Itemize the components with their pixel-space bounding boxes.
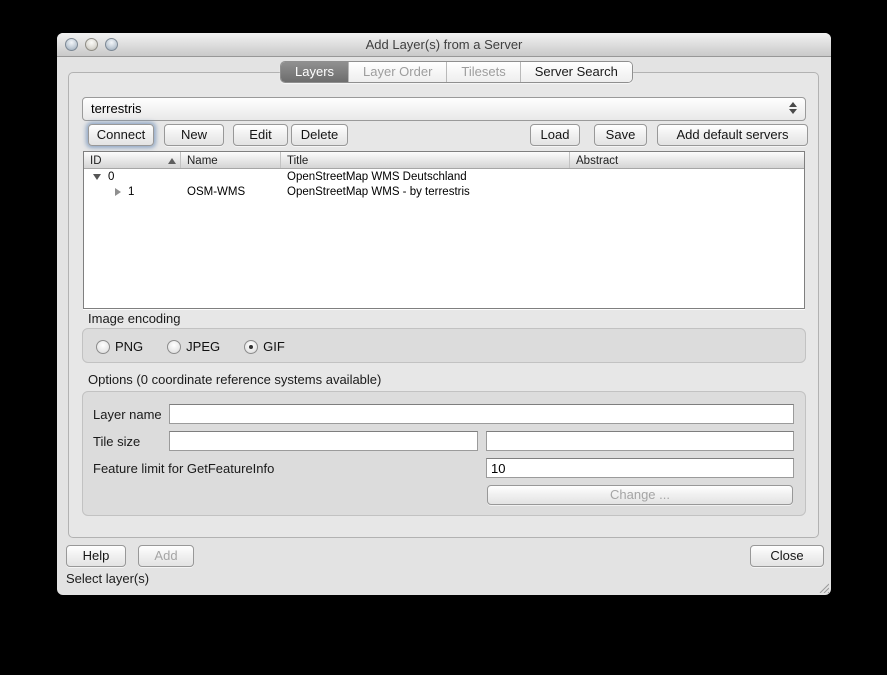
- status-text: Select layer(s): [66, 571, 150, 586]
- delete-button[interactable]: Delete: [291, 124, 348, 146]
- expanded-disclosure-icon[interactable]: [93, 173, 101, 180]
- radio-jpeg-circle[interactable]: [167, 339, 182, 354]
- radio-gif-circle[interactable]: [244, 339, 259, 354]
- row-id: 1: [128, 185, 135, 198]
- layers-table: ID Name Title Abstract 0 OpenStreetMap W…: [83, 151, 805, 309]
- radio-png-circle[interactable]: [96, 339, 110, 354]
- add-layers-dialog: Add Layer(s) from a Server Layers Layer …: [57, 33, 831, 595]
- tab-layers[interactable]: Layers: [281, 62, 350, 82]
- tab-server-search[interactable]: Server Search: [520, 62, 632, 82]
- resize-grip[interactable]: [817, 581, 829, 593]
- radio-png[interactable]: PNG: [96, 339, 143, 354]
- sort-ascending-icon: [168, 157, 176, 164]
- options-label: Options (0 coordinate reference systems …: [88, 372, 382, 387]
- add-button[interactable]: Add: [138, 545, 194, 567]
- close-button[interactable]: Close: [750, 545, 824, 567]
- save-button[interactable]: Save: [594, 124, 647, 146]
- tab-layer-order[interactable]: Layer Order: [349, 62, 448, 82]
- collapsed-disclosure-icon[interactable]: [115, 187, 121, 196]
- connect-button[interactable]: Connect: [88, 124, 154, 146]
- row-title: OpenStreetMap WMS Deutschland: [287, 170, 467, 183]
- tab-tilesets[interactable]: Tilesets: [447, 62, 521, 82]
- row-title: OpenStreetMap WMS - by terrestris: [287, 185, 470, 198]
- column-header-name[interactable]: Name: [181, 152, 281, 168]
- column-header-abstract[interactable]: Abstract: [570, 152, 804, 168]
- change-crs-button[interactable]: Change ...: [487, 485, 793, 505]
- add-default-servers-button[interactable]: Add default servers: [657, 124, 808, 146]
- edit-button[interactable]: Edit: [233, 124, 288, 146]
- table-row[interactable]: 1 OSM-WMS OpenStreetMap WMS - by terrest…: [84, 184, 804, 199]
- help-button[interactable]: Help: [66, 545, 126, 567]
- tile-height-input[interactable]: [486, 431, 794, 451]
- radio-jpeg[interactable]: JPEG: [167, 339, 220, 354]
- feature-limit-label: Feature limit for GetFeatureInfo: [93, 461, 275, 476]
- row-id: 0: [108, 170, 115, 183]
- tile-width-input[interactable]: [169, 431, 478, 451]
- server-select-value: terrestris: [91, 101, 142, 116]
- radio-gif[interactable]: GIF: [244, 339, 285, 354]
- options-group: Layer name Tile size Feature limit for G…: [82, 391, 806, 516]
- image-encoding-group: PNG JPEG GIF: [82, 328, 806, 363]
- layer-name-label: Layer name: [93, 407, 162, 422]
- server-select[interactable]: terrestris: [82, 97, 806, 121]
- feature-limit-input[interactable]: [486, 458, 794, 478]
- column-header-id[interactable]: ID: [84, 152, 181, 168]
- new-button[interactable]: New: [164, 124, 224, 146]
- column-header-title[interactable]: Title: [281, 152, 570, 168]
- table-header: ID Name Title Abstract: [84, 152, 804, 169]
- tab-bar: Layers Layer Order Tilesets Server Searc…: [280, 61, 633, 83]
- layer-name-input[interactable]: [169, 404, 794, 424]
- window-title: Add Layer(s) from a Server: [365, 37, 523, 52]
- table-row[interactable]: 0 OpenStreetMap WMS Deutschland: [84, 169, 804, 184]
- combo-stepper-icon: [789, 102, 797, 114]
- title-bar[interactable]: Add Layer(s) from a Server: [57, 33, 831, 57]
- load-button[interactable]: Load: [530, 124, 580, 146]
- image-encoding-label: Image encoding: [88, 311, 181, 326]
- tile-size-label: Tile size: [93, 434, 141, 449]
- row-name: OSM-WMS: [187, 185, 246, 198]
